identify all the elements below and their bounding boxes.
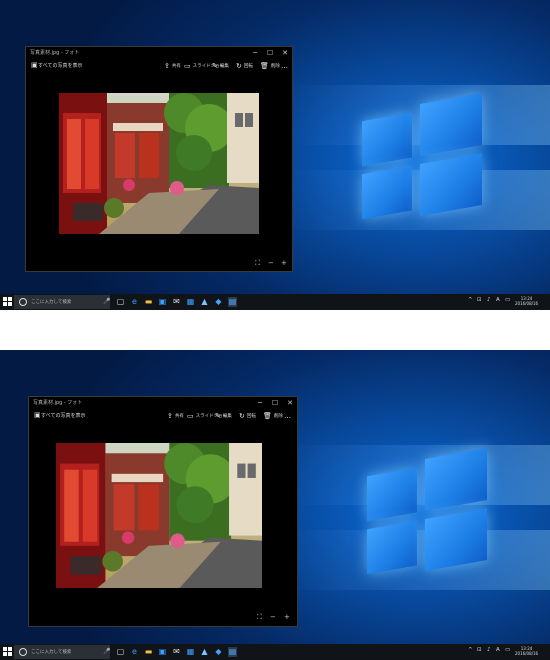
microphone-icon[interactable]: 🎤	[103, 298, 110, 305]
volume-icon[interactable]: ♪	[487, 647, 491, 653]
explorer-icon[interactable]: ▬	[144, 297, 153, 307]
photos-icon[interactable]: ▲	[200, 297, 209, 307]
windows-logo-wallpaper	[363, 438, 498, 592]
edit-button[interactable]: ✎ 編集	[215, 411, 232, 421]
ime-icon[interactable]: A	[496, 297, 500, 303]
taskbar: ここに入力して検索 🎤 ▢ e ▬ ▣ ✉ ▦ ▲ ◆ ▤ ^ ⊡ ♪ A ▭ …	[0, 644, 550, 660]
notification-icon[interactable]: ▭	[505, 297, 510, 303]
share-button[interactable]: ⇪ 共有	[167, 411, 184, 421]
view-all-photos-link[interactable]: すべての写真を表示	[38, 62, 82, 69]
photos-icon[interactable]: ▲	[200, 647, 209, 657]
calendar-icon[interactable]: ▦	[186, 297, 195, 307]
explorer-icon[interactable]: ▬	[144, 647, 153, 657]
network-icon[interactable]: ⊡	[477, 647, 482, 653]
minimize-button[interactable]: ─	[253, 398, 267, 408]
search-box[interactable]: ここに入力して検索	[14, 645, 110, 659]
share-icon: ⇪	[164, 62, 170, 70]
up-arrow-icon[interactable]: ^	[468, 647, 473, 653]
photos-icon[interactable]: ▣	[31, 61, 38, 69]
store-icon[interactable]: ▣	[158, 647, 167, 657]
zoom-in-icon[interactable]: +	[281, 259, 287, 267]
network-icon[interactable]: ⊡	[477, 297, 482, 303]
delete-icon: 🗑	[260, 62, 269, 70]
windows-logo-wallpaper	[358, 83, 493, 237]
cortana-icon	[19, 648, 27, 656]
desktop-screenshot-bottom: 写真素材.jpg - フォト ─ ☐ ✕ ▣ すべての写真を表示 ⇪ 共有 ▭ スラ…	[0, 350, 550, 660]
mail-icon[interactable]: ✉	[172, 297, 181, 307]
edit-icon: ✎	[212, 62, 218, 70]
share-icon: ⇪	[167, 412, 173, 420]
volume-icon[interactable]: ♪	[487, 297, 491, 303]
more-icon: …	[281, 62, 288, 70]
cortana-icon	[19, 298, 27, 306]
photos-app-window: 写真素材.jpg - フォト ─ ☐ ✕ ▣ すべての写真を表示 ⇪ 共有 ▭ スラ…	[28, 396, 298, 627]
title-bar: 写真素材.jpg - フォト ─ ☐ ✕	[29, 397, 297, 409]
mail-icon[interactable]: ✉	[172, 647, 181, 657]
notification-icon[interactable]: ▭	[505, 647, 510, 653]
close-button[interactable]: ✕	[283, 398, 297, 408]
taskbar: ここに入力して検索 🎤 ▢ e ▬ ▣ ✉ ▦ ▲ ◆ ▤ ^ ⊡ ♪ A ▭ …	[0, 294, 550, 310]
app-icon[interactable]: ◆	[214, 647, 223, 657]
store-icon[interactable]: ▣	[158, 297, 167, 307]
zoom-in-icon[interactable]: +	[284, 613, 290, 621]
search-placeholder: ここに入力して検索	[31, 300, 72, 305]
minimize-button[interactable]: ─	[248, 48, 262, 58]
delete-button[interactable]: 🗑 削除	[263, 411, 283, 421]
share-button[interactable]: ⇪ 共有	[164, 61, 181, 71]
rotate-icon: ↻	[236, 62, 242, 70]
photo-street-cafe	[59, 93, 259, 234]
app-toolbar: ▣ すべての写真を表示 ⇪ 共有 ▭ スライドショー ✎ 編集 ↻ 回転 🗑 削除 …	[29, 409, 297, 423]
microphone-icon[interactable]: 🎤	[103, 648, 110, 655]
zoom-out-icon[interactable]: −	[270, 613, 276, 621]
up-arrow-icon[interactable]: ^	[468, 297, 473, 303]
slideshow-icon: ▭	[187, 412, 194, 420]
app-icon[interactable]: ▤	[228, 297, 237, 307]
photos-icon[interactable]: ▣	[34, 411, 41, 419]
edge-icon[interactable]: e	[130, 647, 139, 657]
clock[interactable]: 13:24 2016/08/16	[515, 646, 538, 656]
clock-date: 2016/08/16	[515, 651, 539, 656]
view-all-photos-link[interactable]: すべての写真を表示	[41, 412, 85, 419]
photos-app-window: 写真素材.jpg - フォト ─ ☐ ✕ ▣ すべての写真を表示 ⇪ 共有 ▭ スラ…	[25, 46, 293, 272]
fit-icon[interactable]: ⛶	[255, 259, 260, 268]
title-bar: 写真素材.jpg - フォト ─ ☐ ✕	[26, 47, 292, 59]
close-button[interactable]: ✕	[278, 48, 292, 58]
rotate-button[interactable]: ↻ 回転	[239, 411, 256, 421]
delete-button[interactable]: 🗑 削除	[260, 61, 280, 71]
window-title: 写真素材.jpg - フォト	[30, 50, 80, 56]
edit-icon: ✎	[215, 412, 221, 420]
more-icon: …	[284, 412, 291, 420]
task-view-icon[interactable]: ▢	[116, 297, 125, 307]
start-button[interactable]	[3, 297, 13, 307]
maximize-button[interactable]: ☐	[268, 398, 282, 408]
app-toolbar: ▣ すべての写真を表示 ⇪ 共有 ▭ スライドショー ✎ 編集 ↻ 回転 🗑 削除 …	[26, 59, 292, 73]
fit-icon[interactable]: ⛶	[257, 613, 262, 622]
app-icon[interactable]: ▤	[228, 647, 237, 657]
window-title: 写真素材.jpg - フォト	[33, 400, 83, 406]
calendar-icon[interactable]: ▦	[186, 647, 195, 657]
desktop-screenshot-top: 写真素材.jpg - フォト ─ ☐ ✕ ▣ すべての写真を表示 ⇪ 共有 ▭ スラ…	[0, 0, 550, 310]
maximize-button[interactable]: ☐	[263, 48, 277, 58]
edge-icon[interactable]: e	[130, 297, 139, 307]
rotate-icon: ↻	[239, 412, 245, 420]
clock[interactable]: 13:24 2016/08/16	[515, 296, 538, 306]
more-button[interactable]: …	[281, 61, 288, 71]
start-button[interactable]	[3, 647, 13, 657]
search-box[interactable]: ここに入力して検索	[14, 295, 110, 309]
more-button[interactable]: …	[284, 411, 291, 421]
edit-button[interactable]: ✎ 編集	[212, 61, 229, 71]
search-placeholder: ここに入力して検索	[31, 650, 72, 655]
app-icon[interactable]: ◆	[214, 297, 223, 307]
delete-icon: 🗑	[263, 412, 272, 420]
photo-street-cafe	[56, 443, 262, 588]
rotate-button[interactable]: ↻ 回転	[236, 61, 253, 71]
zoom-out-icon[interactable]: −	[268, 259, 274, 267]
task-view-icon[interactable]: ▢	[116, 647, 125, 657]
clock-date: 2016/08/16	[515, 301, 539, 306]
ime-icon[interactable]: A	[496, 647, 500, 653]
slideshow-icon: ▭	[184, 62, 191, 70]
